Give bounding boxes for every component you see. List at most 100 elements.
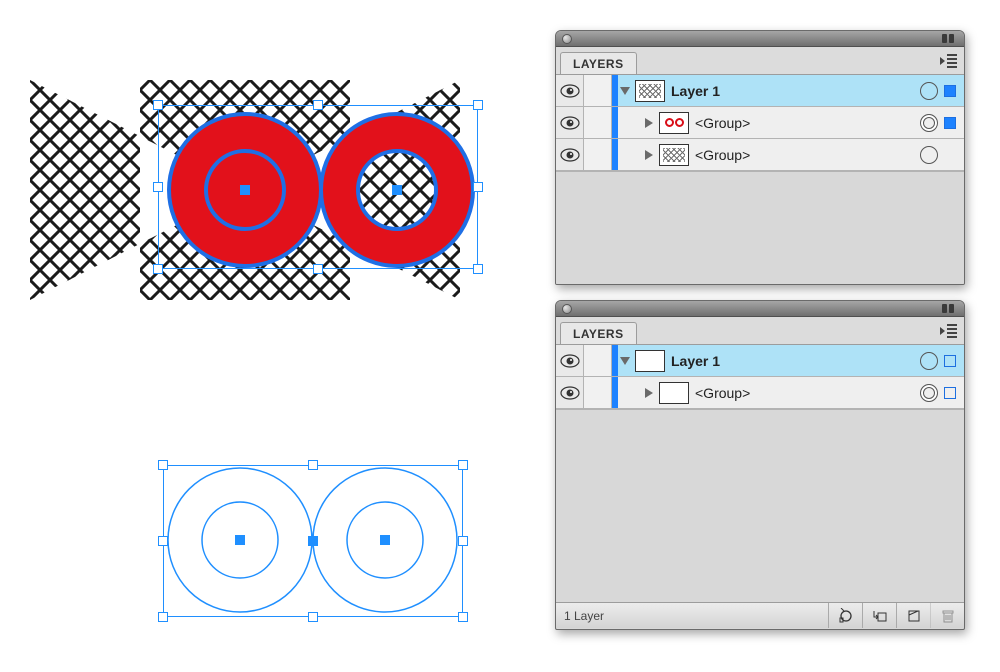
selection-handle[interactable] [158, 460, 168, 470]
layer-row[interactable]: <Group> [556, 139, 964, 171]
layer-thumbnail[interactable] [659, 144, 689, 166]
lock-toggle[interactable] [584, 345, 612, 376]
selection-indicator[interactable] [944, 355, 956, 367]
layer-thumbnail[interactable] [635, 350, 665, 372]
selection-handle[interactable] [308, 460, 318, 470]
selection-handle[interactable] [458, 612, 468, 622]
new-sublayer-button[interactable] [862, 603, 896, 628]
artwork-rings-hatch[interactable] [30, 80, 450, 300]
panel-empty-area [556, 410, 964, 602]
layer-thumbnail[interactable] [659, 382, 689, 404]
layers-panel-1: LAYERS Layer 1 <Group> <Group> [555, 30, 965, 285]
selection-handle[interactable] [153, 264, 163, 274]
layer-row[interactable]: <Group> [556, 107, 964, 139]
chevron-down-icon [620, 87, 630, 95]
panel-empty-area [556, 172, 964, 285]
close-icon[interactable] [562, 34, 572, 44]
visibility-toggle[interactable] [556, 75, 584, 106]
selection-handle[interactable] [458, 460, 468, 470]
target-icon[interactable] [920, 146, 938, 164]
target-icon[interactable] [920, 352, 938, 370]
layer-row[interactable]: <Group> [556, 377, 964, 409]
lock-toggle[interactable] [584, 107, 612, 138]
delete-layer-button[interactable] [930, 603, 964, 628]
selection-handle[interactable] [158, 536, 168, 546]
selection-handle[interactable] [473, 182, 483, 192]
target-icon[interactable] [920, 82, 938, 100]
expand-toggle[interactable] [618, 357, 632, 365]
anchor-point[interactable] [392, 185, 402, 195]
selection-indicator[interactable] [944, 117, 956, 129]
collapse-icon[interactable] [942, 304, 958, 313]
chevron-right-icon [645, 388, 653, 398]
layer-name-label[interactable]: <Group> [695, 147, 920, 163]
indent-spacer [618, 377, 642, 408]
layer-row[interactable]: Layer 1 [556, 75, 964, 107]
selection-bounds[interactable] [158, 105, 478, 269]
layer-thumbnail[interactable] [635, 80, 665, 102]
selection-indicator[interactable] [944, 387, 956, 399]
lock-toggle[interactable] [584, 139, 612, 170]
selection-handle[interactable] [308, 612, 318, 622]
layer-thumbnail[interactable] [659, 112, 689, 134]
lock-toggle[interactable] [584, 75, 612, 106]
eye-icon [560, 148, 580, 162]
expand-toggle[interactable] [642, 118, 656, 128]
lock-toggle[interactable] [584, 377, 612, 408]
chevron-right-icon [645, 150, 653, 160]
visibility-toggle[interactable] [556, 345, 584, 376]
canvas-area [30, 80, 450, 300]
tab-layers[interactable]: LAYERS [560, 52, 637, 74]
anchor-point[interactable] [380, 535, 390, 545]
anchor-point[interactable] [240, 185, 250, 195]
selection-handle[interactable] [313, 264, 323, 274]
layer-name-label[interactable]: <Group> [695, 385, 920, 401]
eye-icon [560, 354, 580, 368]
selection-handle[interactable] [153, 100, 163, 110]
indent-spacer [618, 139, 642, 170]
panel-tabs: LAYERS [556, 47, 964, 75]
expand-toggle[interactable] [618, 87, 632, 95]
layer-count-label: 1 Layer [564, 609, 604, 623]
artwork-rings-outline[interactable] [160, 460, 450, 625]
selection-handle[interactable] [473, 100, 483, 110]
panel-menu-icon[interactable] [940, 53, 958, 69]
close-icon[interactable] [562, 304, 572, 314]
eye-icon [560, 386, 580, 400]
visibility-toggle[interactable] [556, 107, 584, 138]
selection-handle[interactable] [458, 536, 468, 546]
panel-menu-icon[interactable] [940, 323, 958, 339]
make-clipping-mask-button[interactable] [828, 603, 862, 628]
panel-tabs: LAYERS [556, 317, 964, 345]
layer-list: Layer 1 <Group> <Group> [556, 75, 964, 172]
indent-spacer [618, 107, 642, 138]
layer-name-label[interactable]: Layer 1 [671, 83, 920, 99]
anchor-point[interactable] [308, 536, 318, 546]
collapse-icon[interactable] [942, 34, 958, 43]
panel-titlebar[interactable] [556, 31, 964, 47]
selection-handle[interactable] [153, 182, 163, 192]
chevron-right-icon [645, 118, 653, 128]
target-icon[interactable] [920, 114, 938, 132]
selection-handle[interactable] [313, 100, 323, 110]
new-layer-button[interactable] [896, 603, 930, 628]
layer-name-label[interactable]: <Group> [695, 115, 920, 131]
tab-layers[interactable]: LAYERS [560, 322, 637, 344]
target-icon[interactable] [920, 384, 938, 402]
eye-icon [560, 116, 580, 130]
anchor-point[interactable] [235, 535, 245, 545]
selection-handle[interactable] [473, 264, 483, 274]
layer-name-label[interactable]: Layer 1 [671, 353, 920, 369]
visibility-toggle[interactable] [556, 377, 584, 408]
panel-statusbar: 1 Layer [556, 602, 964, 628]
chevron-down-icon [620, 357, 630, 365]
layer-row[interactable]: Layer 1 [556, 345, 964, 377]
panel-titlebar[interactable] [556, 301, 964, 317]
visibility-toggle[interactable] [556, 139, 584, 170]
expand-toggle[interactable] [642, 150, 656, 160]
layers-panel-2: LAYERS Layer 1 <Group> 1 Layer [555, 300, 965, 630]
eye-icon [560, 84, 580, 98]
selection-indicator[interactable] [944, 85, 956, 97]
selection-handle[interactable] [158, 612, 168, 622]
expand-toggle[interactable] [642, 388, 656, 398]
